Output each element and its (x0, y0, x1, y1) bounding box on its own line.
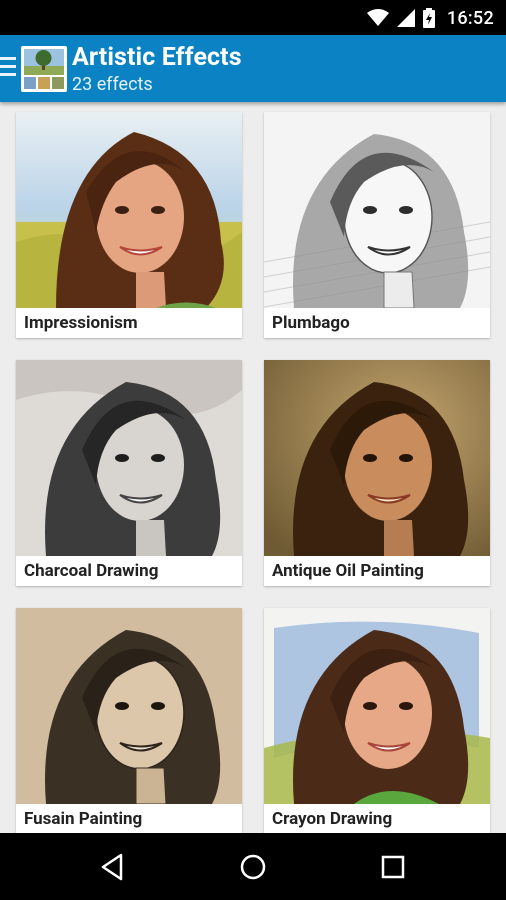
effects-grid: Impressionism Plumbago Charcoal Drawing … (0, 102, 506, 833)
navigation-bar (0, 833, 506, 900)
antique-oil-thumbnail (264, 360, 490, 556)
effect-card-crayon[interactable]: Crayon Drawing (264, 608, 490, 833)
crayon-thumbnail (264, 608, 490, 804)
effect-caption: Impressionism (16, 308, 242, 338)
tree-icon (24, 49, 64, 89)
status-icons: 16:52 (366, 6, 494, 30)
effect-card-plumbago[interactable]: Plumbago (264, 112, 490, 338)
app-bar: Artistic Effects 23 effects (0, 35, 506, 102)
impressionism-thumbnail (16, 112, 242, 308)
charcoal-thumbnail (16, 360, 242, 556)
effect-label: Crayon Drawing (272, 809, 393, 829)
effect-caption: Charcoal Drawing (16, 556, 242, 586)
effect-label: Charcoal Drawing (24, 561, 159, 581)
effect-card-charcoal[interactable]: Charcoal Drawing (16, 360, 242, 586)
plumbago-thumbnail (264, 112, 490, 308)
effect-caption: Antique Oil Painting (264, 556, 490, 586)
menu-icon[interactable] (0, 57, 16, 79)
effect-label: Impressionism (24, 313, 138, 333)
battery-charging-icon (422, 8, 435, 28)
effect-label: Fusain Painting (24, 809, 143, 829)
effect-caption: Crayon Drawing (264, 804, 490, 833)
back-icon[interactable] (97, 851, 129, 883)
cell-signal-icon (396, 9, 415, 27)
wifi-icon (366, 9, 389, 26)
status-bar: 16:52 (0, 0, 506, 35)
effect-label: Antique Oil Painting (272, 561, 424, 581)
home-icon[interactable] (237, 851, 269, 883)
effect-caption: Fusain Painting (16, 804, 242, 833)
page-title: Artistic Effects (72, 43, 242, 72)
effect-label: Plumbago (272, 313, 350, 333)
fusain-thumbnail (16, 608, 242, 804)
effect-card-impressionism[interactable]: Impressionism (16, 112, 242, 338)
app-logo[interactable] (21, 46, 67, 92)
effect-card-fusain[interactable]: Fusain Painting (16, 608, 242, 833)
effects-count: 23 effects (72, 74, 153, 95)
effect-caption: Plumbago (264, 308, 490, 338)
recents-icon[interactable] (377, 851, 409, 883)
clock: 16:52 (446, 7, 494, 29)
effect-card-antique-oil[interactable]: Antique Oil Painting (264, 360, 490, 586)
